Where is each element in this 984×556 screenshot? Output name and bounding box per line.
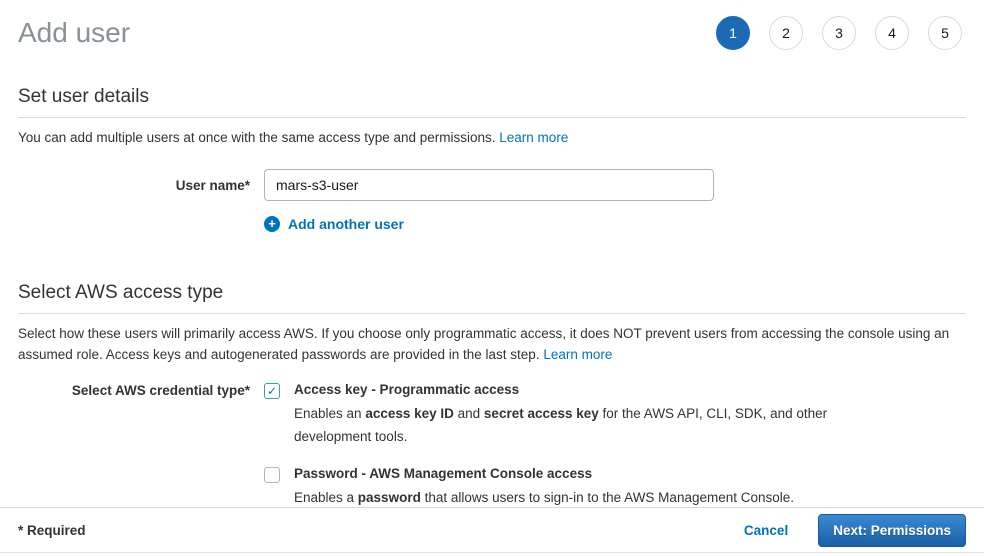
option-password: Password - AWS Management Console access… (264, 466, 850, 510)
username-form-row: User name* (18, 169, 966, 201)
password-option-title[interactable]: Password - AWS Management Console access (294, 466, 794, 481)
access-key-option-text: Access key - Programmatic access Enables… (294, 382, 850, 449)
required-note: * Required (18, 523, 86, 538)
access-type-intro: Select how these users will primarily ac… (18, 324, 966, 366)
text-fragment: that allows users to sign-in to the AWS … (421, 490, 794, 505)
wizard-step-indicator: 1 2 3 4 5 (716, 16, 962, 50)
password-option-text: Password - AWS Management Console access… (294, 466, 794, 510)
text-fragment-bold: password (358, 490, 421, 505)
username-label: User name* (18, 169, 250, 201)
add-another-user-label: Add another user (288, 216, 404, 232)
wizard-step-3: 3 (822, 16, 856, 50)
section-heading-access-type: Select AWS access type (18, 282, 966, 314)
wizard-content: Set user details You can add multiple us… (0, 86, 984, 510)
add-user-wizard-page: Add user 1 2 3 4 5 Set user details You … (0, 0, 984, 556)
credential-type-row: Select AWS credential type* ✓ Access key… (18, 382, 966, 510)
footer-actions: Cancel Next: Permissions (744, 514, 966, 547)
text-fragment: and (454, 406, 484, 421)
text-fragment-bold: access key ID (365, 406, 454, 421)
cancel-button[interactable]: Cancel (744, 523, 788, 538)
wizard-step-5: 5 (928, 16, 962, 50)
add-another-user-button[interactable]: + Add another user (264, 216, 966, 232)
user-details-intro: You can add multiple users at once with … (18, 128, 966, 149)
next-permissions-button[interactable]: Next: Permissions (818, 514, 966, 547)
credential-options: ✓ Access key - Programmatic access Enabl… (264, 382, 850, 510)
user-details-intro-text: You can add multiple users at once with … (18, 130, 496, 145)
learn-more-link-user-details[interactable]: Learn more (499, 130, 568, 145)
credential-type-label: Select AWS credential type* (18, 382, 250, 510)
wizard-footer: * Required Cancel Next: Permissions (0, 507, 984, 553)
plus-circle-icon: + (264, 216, 280, 232)
text-fragment: Enables an (294, 406, 365, 421)
password-checkbox[interactable] (264, 467, 280, 483)
text-fragment-bold: secret access key (484, 406, 599, 421)
learn-more-link-access-type[interactable]: Learn more (543, 347, 612, 362)
username-input[interactable] (264, 169, 714, 201)
text-fragment: Enables a (294, 490, 358, 505)
access-key-option-desc: Enables an access key ID and secret acce… (294, 403, 850, 449)
page-title: Add user (18, 17, 130, 49)
wizard-step-2: 2 (769, 16, 803, 50)
wizard-step-1: 1 (716, 16, 750, 50)
option-access-key: ✓ Access key - Programmatic access Enabl… (264, 382, 850, 449)
access-type-intro-text: Select how these users will primarily ac… (18, 326, 949, 362)
check-icon: ✓ (267, 384, 277, 398)
access-key-checkbox[interactable]: ✓ (264, 383, 280, 399)
wizard-header: Add user 1 2 3 4 5 (0, 0, 984, 50)
access-key-option-title[interactable]: Access key - Programmatic access (294, 382, 850, 397)
section-heading-user-details: Set user details (18, 86, 966, 118)
wizard-step-4: 4 (875, 16, 909, 50)
